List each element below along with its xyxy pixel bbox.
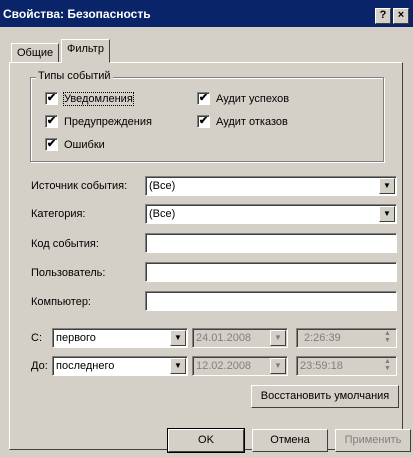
properties-window: Свойства: Безопасность ? × Общие Фильтр … [0,0,413,457]
user-input[interactable] [145,262,397,282]
to-date-picker[interactable]: 12.02.2008 ▼ [192,356,288,376]
ok-button[interactable]: OK [167,428,245,453]
spin-up-icon[interactable]: ▲ [380,330,395,337]
to-label: До: [31,360,48,372]
from-date-picker[interactable]: 24.01.2008 ▼ [192,328,288,348]
spin-down-icon[interactable]: ▼ [380,337,395,344]
checkbox-errors-label: Ошибки [64,138,105,151]
from-label: С: [31,332,42,344]
source-value: (Все) [149,180,176,192]
window-title: Свойства: Безопасность [3,7,151,21]
category-value: (Все) [149,208,176,220]
checkbox-audit-failure-box[interactable]: ✔ [197,115,210,128]
user-label: Пользователь: [31,267,106,279]
restore-defaults-button[interactable]: Восстановить умолчания [251,385,399,408]
checkbox-errors[interactable]: ✔ Ошибки [45,138,105,151]
to-dropdown-arrow-icon[interactable]: ▼ [170,358,186,374]
help-button[interactable]: ? [375,8,391,24]
event-id-input[interactable] [145,233,397,253]
computer-input[interactable] [145,291,397,311]
source-select[interactable]: (Все) ▼ [145,176,397,196]
title-bar: Свойства: Безопасность ? × [0,0,413,27]
category-label: Категория: [31,208,86,220]
checkbox-warnings-label: Предупреждения [64,115,152,128]
tab-filter[interactable]: Фильтр [61,39,110,63]
apply-button[interactable]: Применить [335,429,411,452]
to-time-picker[interactable]: 23:59:18 ▲ ▼ [296,356,397,376]
from-select[interactable]: первого ▼ [52,328,188,348]
to-select[interactable]: последнего ▼ [52,356,188,376]
checkbox-audit-failure-label: Аудит отказов [216,115,288,128]
event-id-label: Код события: [31,238,99,250]
from-date-value: 24.01.2008 [196,332,252,344]
category-dropdown-arrow-icon[interactable]: ▼ [379,206,395,222]
computer-label: Компьютер: [31,296,91,308]
to-time-spinner[interactable]: ▲ ▼ [380,358,395,374]
checkbox-audit-success[interactable]: ✔ Аудит успехов [197,92,289,105]
checkbox-audit-success-box[interactable]: ✔ [197,92,210,105]
checkbox-notifications[interactable]: ✔ Уведомления [45,91,134,106]
close-button[interactable]: × [393,8,409,24]
to-select-value: последнего [56,360,115,372]
cancel-button[interactable]: Отмена [252,429,328,452]
to-date-value: 12.02.2008 [196,360,252,372]
checkbox-audit-success-label: Аудит успехов [216,92,290,105]
checkbox-notifications-box[interactable]: ✔ [45,92,58,105]
from-time-value: 2:26:39 [304,332,341,344]
tab-filter-label: Фильтр [67,43,104,55]
source-dropdown-arrow-icon[interactable]: ▼ [379,178,395,194]
checkbox-warnings[interactable]: ✔ Предупреждения [45,115,152,128]
to-date-arrow-icon[interactable]: ▼ [270,358,286,374]
from-select-value: первого [56,332,96,344]
spin-down-icon[interactable]: ▼ [380,365,395,372]
event-types-label: Типы событий [36,70,113,82]
category-select[interactable]: (Все) ▼ [145,204,397,224]
checkbox-warnings-box[interactable]: ✔ [45,115,58,128]
checkbox-errors-box[interactable]: ✔ [45,138,58,151]
from-dropdown-arrow-icon[interactable]: ▼ [170,330,186,346]
tab-general[interactable]: Общие [11,43,60,63]
to-time-value: 23:59:18 [300,360,343,372]
from-date-arrow-icon[interactable]: ▼ [270,330,286,346]
checkbox-notifications-label: Уведомления [63,91,134,106]
checkbox-audit-failure[interactable]: ✔ Аудит отказов [197,115,288,128]
source-label: Источник события: [31,180,128,192]
from-time-picker[interactable]: 2:26:39 ▲ ▼ [296,328,397,348]
spin-up-icon[interactable]: ▲ [380,358,395,365]
from-time-spinner[interactable]: ▲ ▼ [380,330,395,346]
